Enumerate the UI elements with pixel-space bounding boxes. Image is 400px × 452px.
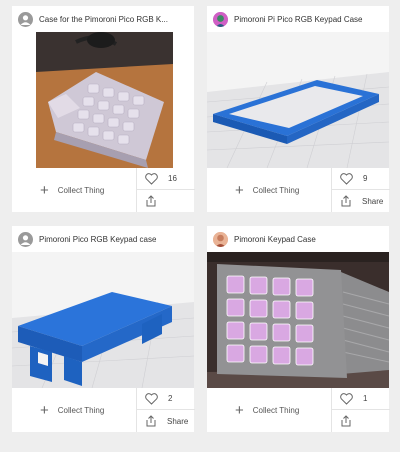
thing-card[interactable]: Pimoroni Pico RGB Keypad case + Collect … — [12, 226, 195, 432]
collect-thing-button[interactable]: + Collect Thing — [12, 388, 136, 432]
card-actions: 9 Share — [331, 168, 390, 212]
plus-icon: + — [40, 401, 49, 419]
share-label: Share — [167, 416, 189, 426]
like-button[interactable]: 1 — [332, 388, 390, 410]
user-avatar[interactable] — [213, 11, 228, 27]
plus-icon: + — [40, 181, 49, 199]
card-actions: 16 — [136, 168, 195, 212]
card-footer: + Collect Thing 9 Share — [207, 168, 390, 212]
thing-thumbnail[interactable] — [36, 32, 173, 168]
thing-title[interactable]: Pimoroni Pi Pico RGB Keypad Case — [234, 15, 363, 24]
plus-icon: + — [235, 181, 244, 199]
share-icon — [146, 195, 156, 207]
like-count: 2 — [168, 394, 173, 403]
heart-icon — [340, 172, 353, 185]
user-avatar[interactable] — [213, 231, 228, 247]
heart-icon — [340, 392, 353, 405]
thing-thumbnail[interactable] — [207, 32, 389, 168]
card-header: Pimoroni Keypad Case — [207, 226, 389, 252]
like-button[interactable]: 9 — [332, 168, 390, 190]
card-footer: + Collect Thing 1 — [207, 388, 390, 432]
collect-thing-button[interactable]: + Collect Thing — [207, 168, 331, 212]
collect-thing-button[interactable]: + Collect Thing — [207, 388, 331, 432]
card-actions: 2 Share — [136, 388, 195, 432]
heart-icon — [145, 172, 158, 185]
share-icon — [341, 415, 351, 427]
heart-icon — [145, 392, 158, 405]
default-user-icon[interactable] — [18, 231, 33, 247]
collect-thing-label: Collect Thing — [57, 405, 105, 415]
thing-thumbnail[interactable] — [12, 252, 194, 388]
like-count: 16 — [168, 174, 177, 183]
like-count: 1 — [363, 394, 368, 403]
plus-icon: + — [235, 401, 244, 419]
card-header: Pimoroni Pi Pico RGB Keypad Case — [207, 6, 389, 32]
thing-card[interactable]: Case for the Pimoroni Pico RGB K... + Co… — [12, 6, 195, 212]
thing-card[interactable]: Pimoroni Keypad Case + Collect Thing 1 — [207, 226, 390, 432]
card-header: Pimoroni Pico RGB Keypad case — [12, 226, 194, 252]
thing-title[interactable]: Pimoroni Keypad Case — [234, 235, 316, 244]
collect-thing-label: Collect Thing — [57, 185, 105, 195]
collect-thing-label: Collect Thing — [252, 185, 300, 195]
thing-card[interactable]: Pimoroni Pi Pico RGB Keypad Case + Colle… — [207, 6, 390, 212]
like-button[interactable]: 2 — [137, 388, 195, 410]
share-label: Share — [362, 196, 384, 206]
card-actions: 1 — [331, 388, 390, 432]
default-user-icon[interactable] — [18, 11, 33, 27]
like-button[interactable]: 16 — [137, 168, 195, 190]
share-button[interactable] — [332, 410, 390, 432]
share-button[interactable] — [137, 190, 195, 212]
thing-title[interactable]: Pimoroni Pico RGB Keypad case — [39, 235, 156, 244]
card-footer: + Collect Thing 2 Share — [12, 388, 195, 432]
share-button[interactable]: Share — [137, 410, 195, 432]
share-icon — [146, 415, 156, 427]
card-footer: + Collect Thing 16 — [12, 168, 195, 212]
thing-title[interactable]: Case for the Pimoroni Pico RGB K... — [39, 15, 168, 24]
like-count: 9 — [363, 174, 368, 183]
collect-thing-label: Collect Thing — [252, 405, 300, 415]
card-header: Case for the Pimoroni Pico RGB K... — [12, 6, 194, 32]
collect-thing-button[interactable]: + Collect Thing — [12, 168, 136, 212]
share-icon — [341, 195, 351, 207]
thing-thumbnail[interactable] — [207, 252, 389, 388]
share-button[interactable]: Share — [332, 190, 390, 212]
